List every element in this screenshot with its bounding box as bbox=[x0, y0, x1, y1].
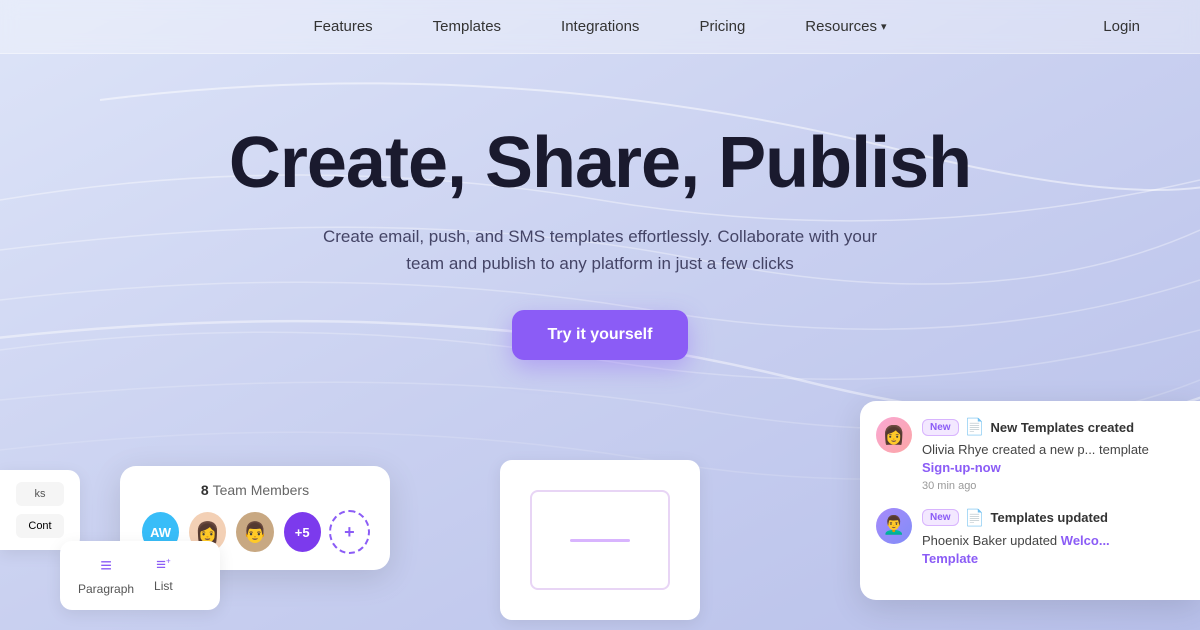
template-inner bbox=[530, 490, 670, 590]
add-member-button[interactable]: + Add member bbox=[329, 510, 370, 554]
paragraph-item[interactable]: ≡ Paragraph bbox=[78, 555, 134, 596]
paragraph-icon: ≡ bbox=[78, 555, 134, 578]
edge-label-2: Cont bbox=[16, 514, 64, 538]
template-icon-1: 📄 bbox=[965, 417, 985, 437]
avatar-overflow: +5 bbox=[282, 510, 323, 554]
notif-avatar-1: 👩 bbox=[876, 417, 912, 453]
avatar-2: 👨 bbox=[234, 510, 275, 554]
list-item[interactable]: ≡+ List bbox=[154, 555, 173, 596]
nav-features[interactable]: Features bbox=[313, 18, 372, 35]
plus-icon: + bbox=[344, 522, 355, 543]
notif-text-2: Phoenix Baker updated Welco...Template bbox=[922, 532, 1184, 568]
nav-templates[interactable]: Templates bbox=[433, 18, 501, 35]
notifications-panel: 👩 New 📄 New Templates created Olivia Rhy… bbox=[860, 401, 1200, 600]
template-icon-2: 📄 bbox=[965, 508, 985, 528]
notif-header-2: New 📄 Templates updated bbox=[922, 508, 1184, 528]
notif-text-1: Olivia Rhye created a new p... template … bbox=[922, 441, 1184, 477]
notif-content-1: New 📄 New Templates created Olivia Rhye … bbox=[922, 417, 1184, 491]
notif-badge-1: New bbox=[922, 419, 959, 436]
list-label: List bbox=[154, 579, 173, 593]
notif-avatar-2: 👨‍🦱 bbox=[876, 508, 912, 544]
login-link[interactable]: Login bbox=[1103, 18, 1140, 35]
notif-header-1: New 📄 New Templates created bbox=[922, 417, 1184, 437]
template-preview-card bbox=[500, 460, 700, 620]
notif-badge-2: New bbox=[922, 509, 959, 526]
navbar: Features Templates Integrations Pricing … bbox=[0, 0, 1200, 54]
left-edge-card: ks Cont bbox=[0, 470, 80, 550]
cards-area: ks Cont 8 Team Members AW 👩 👨 +5 + Add m… bbox=[0, 360, 1200, 630]
paragraph-list-card: ≡ Paragraph ≡+ List bbox=[60, 541, 220, 610]
nav-pricing[interactable]: Pricing bbox=[699, 18, 745, 35]
edge-label-1: ks bbox=[16, 482, 64, 506]
notification-2: 👨‍🦱 New 📄 Templates updated Phoenix Bake… bbox=[876, 508, 1184, 568]
notif-title-2: Templates updated bbox=[990, 510, 1108, 525]
template-decoration bbox=[570, 539, 630, 542]
hero-subtitle: Create email, push, and SMS templates ef… bbox=[320, 223, 880, 277]
team-count-label: 8 Team Members bbox=[140, 482, 370, 498]
list-icon: ≡+ bbox=[154, 555, 173, 575]
notif-link-2[interactable]: Welco...Template bbox=[922, 533, 1110, 566]
edge-items: ks Cont bbox=[16, 482, 64, 538]
hero-section: Create, Share, Publish Create email, pus… bbox=[0, 54, 1200, 360]
notification-1: 👩 New 📄 New Templates created Olivia Rhy… bbox=[876, 417, 1184, 491]
nav-resources[interactable]: Resources ▾ bbox=[805, 18, 886, 35]
nav-integrations[interactable]: Integrations bbox=[561, 18, 639, 35]
hero-title: Create, Share, Publish bbox=[0, 124, 1200, 203]
notif-title-1: New Templates created bbox=[990, 420, 1134, 435]
notif-time-1: 30 min ago bbox=[922, 480, 1184, 492]
nav-links: Features Templates Integrations Pricing … bbox=[60, 18, 1140, 35]
notif-content-2: New 📄 Templates updated Phoenix Baker up… bbox=[922, 508, 1184, 568]
notif-link-1[interactable]: Sign-up-now bbox=[922, 460, 1001, 475]
chevron-down-icon: ▾ bbox=[881, 20, 887, 33]
cta-button[interactable]: Try it yourself bbox=[512, 310, 689, 360]
paragraph-label: Paragraph bbox=[78, 582, 134, 596]
